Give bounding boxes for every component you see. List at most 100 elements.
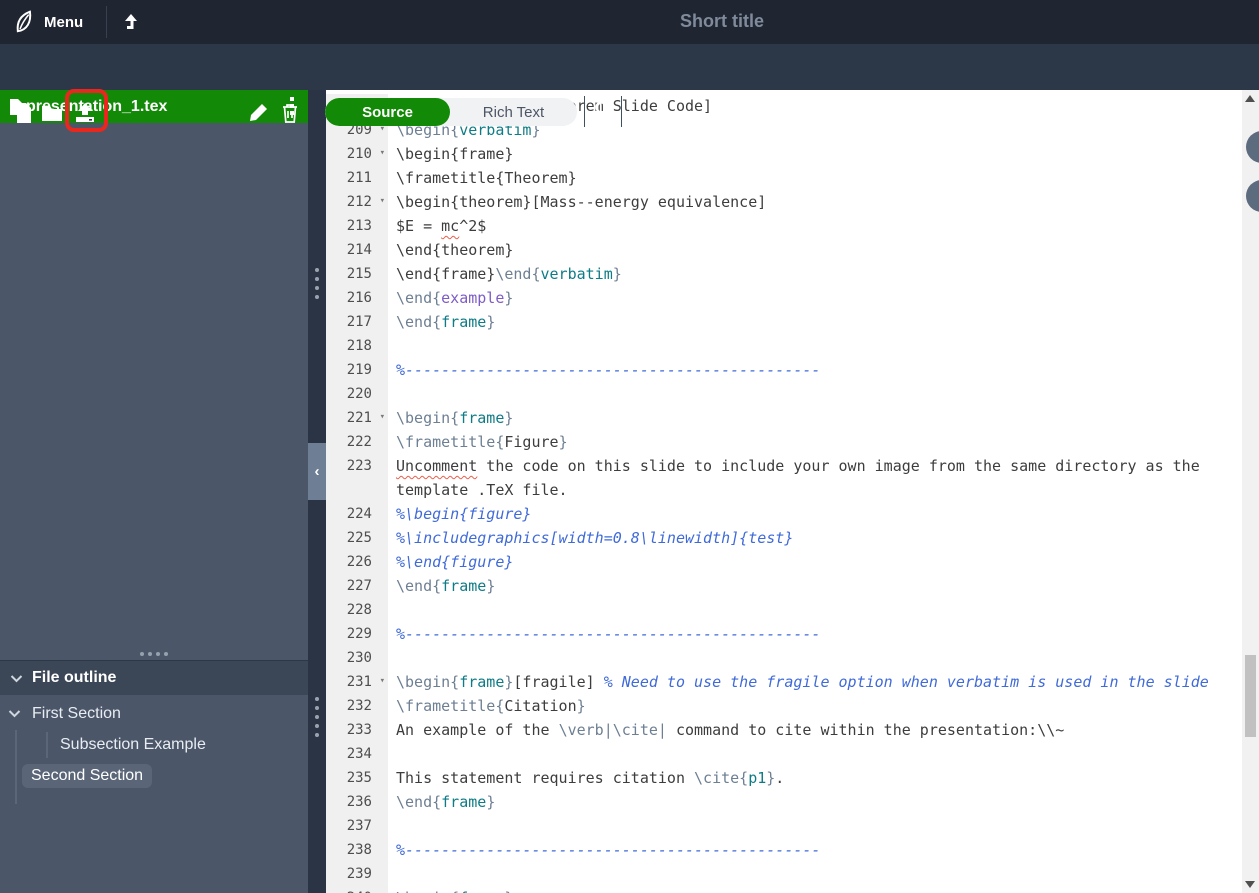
outline-indent-guide bbox=[46, 732, 48, 758]
code-line[interactable]: 226 %\end{figure} bbox=[326, 550, 1259, 574]
outline-resize-handle[interactable] bbox=[0, 647, 308, 660]
source-editor[interactable]: 208▾\begin{example}[Theorem Slide Code]2… bbox=[326, 90, 1259, 893]
line-number[interactable]: 227 bbox=[326, 574, 388, 598]
line-number[interactable]: 219 bbox=[326, 358, 388, 382]
code-line[interactable]: 214 \end{theorem} bbox=[326, 238, 1259, 262]
line-number[interactable]: 210 ▾ bbox=[326, 142, 388, 166]
outline-indent-guide bbox=[15, 730, 17, 804]
outline-item[interactable]: First Section bbox=[0, 698, 308, 729]
scrollbar-up-arrow-icon[interactable] bbox=[1245, 95, 1255, 102]
line-number[interactable]: 213 bbox=[326, 214, 388, 238]
file-outline-header[interactable]: File outline bbox=[0, 660, 308, 695]
code-line[interactable]: 215 \end{frame}\end{verbatim} bbox=[326, 262, 1259, 286]
line-number[interactable]: 237 bbox=[326, 814, 388, 838]
line-number[interactable]: 236 bbox=[326, 790, 388, 814]
line-number[interactable]: 238 bbox=[326, 838, 388, 862]
code-line[interactable]: 210 ▾ \begin{frame} bbox=[326, 142, 1259, 166]
upload-button[interactable] bbox=[73, 101, 97, 125]
source-tab[interactable]: Source bbox=[325, 98, 450, 126]
code-line[interactable]: 225 %\includegraphics[width=0.8\linewidth… bbox=[326, 526, 1259, 550]
code-line[interactable]: 222 \frametitle{Figure} bbox=[326, 430, 1259, 454]
code-line[interactable]: 212 ▾ \begin{theorem}[Mass--energy equival… bbox=[326, 190, 1259, 214]
line-number[interactable]: 220 bbox=[326, 382, 388, 406]
line-number[interactable]: 225 bbox=[326, 526, 388, 550]
code-line[interactable]: 237 bbox=[326, 814, 1259, 838]
code-line[interactable]: 238 %------------------------------------… bbox=[326, 838, 1259, 862]
chevron-down-icon[interactable] bbox=[8, 709, 24, 718]
code-line[interactable]: 216 \end{example} bbox=[326, 286, 1259, 310]
line-number[interactable]: 216 bbox=[326, 286, 388, 310]
outline-item[interactable]: Second Section bbox=[0, 760, 308, 791]
line-number[interactable]: 235 bbox=[326, 766, 388, 790]
new-folder-button[interactable] bbox=[40, 101, 64, 125]
symbol-palette-button[interactable]: Ω bbox=[588, 99, 616, 121]
line-number[interactable]: 212 ▾ bbox=[326, 190, 388, 214]
line-number[interactable]: 215 bbox=[326, 262, 388, 286]
line-number[interactable]: 221 ▾ bbox=[326, 406, 388, 430]
line-number[interactable]: 211 bbox=[326, 166, 388, 190]
editor-toolbar: Source Rich Text Ω bbox=[0, 44, 1259, 132]
code-line[interactable]: 227 \end{frame} bbox=[326, 574, 1259, 598]
outline-item-label: Second Section bbox=[22, 763, 153, 788]
collapse-sidebar-button[interactable]: ‹ bbox=[308, 443, 326, 500]
file-tree-panel: presentation_1.tex File outline First Se… bbox=[0, 90, 308, 893]
line-number[interactable]: 223 bbox=[326, 454, 388, 502]
chevron-down-icon bbox=[10, 674, 23, 683]
line-number[interactable]: 231 ▾ bbox=[326, 670, 388, 694]
code-line[interactable]: 221 ▾ \begin{frame} bbox=[326, 406, 1259, 430]
line-number[interactable]: 228 bbox=[326, 598, 388, 622]
line-number[interactable]: 230 bbox=[326, 646, 388, 670]
code-line[interactable]: 218 bbox=[326, 334, 1259, 358]
rename-button[interactable] bbox=[246, 101, 270, 125]
line-number[interactable]: 226 bbox=[326, 550, 388, 574]
new-file-button[interactable] bbox=[12, 101, 36, 125]
fold-arrow-icon[interactable]: ▾ bbox=[380, 676, 385, 686]
fold-arrow-icon[interactable]: ▾ bbox=[380, 148, 385, 158]
drag-dots-handle[interactable] bbox=[308, 697, 326, 737]
fold-arrow-icon[interactable]: ▾ bbox=[380, 196, 385, 206]
outline-item-label: Subsection Example bbox=[60, 735, 206, 753]
code-line[interactable]: 211 \frametitle{Theorem} bbox=[326, 166, 1259, 190]
new-file-icon bbox=[14, 102, 34, 124]
pane-divider[interactable]: ‹ bbox=[308, 90, 326, 893]
code-line[interactable]: 230 bbox=[326, 646, 1259, 670]
code-line[interactable]: 231 ▾ \begin{frame}[fragile] % Need to use… bbox=[326, 670, 1259, 694]
outline-item-label: First Section bbox=[32, 704, 121, 722]
code-line[interactable]: 229 %------------------------------------… bbox=[326, 622, 1259, 646]
code-line[interactable]: 232 \frametitle{Citation} bbox=[326, 694, 1259, 718]
line-number[interactable]: 218 bbox=[326, 334, 388, 358]
line-number[interactable]: 232 bbox=[326, 694, 388, 718]
delete-button[interactable] bbox=[278, 101, 302, 125]
line-number[interactable]: 239 bbox=[326, 862, 388, 886]
menu-button[interactable]: Menu bbox=[12, 7, 83, 37]
code-line[interactable]: 233 An example of the \verb|\cite| comman… bbox=[326, 718, 1259, 742]
code-line[interactable]: 236 \end{frame} bbox=[326, 790, 1259, 814]
line-number[interactable]: 233 bbox=[326, 718, 388, 742]
code-line[interactable]: 228 bbox=[326, 598, 1259, 622]
fold-arrow-icon[interactable]: ▾ bbox=[380, 412, 385, 422]
line-number[interactable]: 217 bbox=[326, 310, 388, 334]
code-line[interactable]: 235 This statement requires citation \cit… bbox=[326, 766, 1259, 790]
code-line[interactable]: 213 $E = mc^2$ bbox=[326, 214, 1259, 238]
code-line[interactable]: 220 bbox=[326, 382, 1259, 406]
line-number[interactable]: 222 bbox=[326, 430, 388, 454]
code-line[interactable]: 223 Uncomment the code on this slide to i… bbox=[326, 454, 1259, 502]
code-line[interactable]: 217 \end{frame} bbox=[326, 310, 1259, 334]
line-number[interactable]: 224 bbox=[326, 502, 388, 526]
rich-text-tab[interactable]: Rich Text bbox=[450, 98, 577, 126]
drag-dots-handle[interactable] bbox=[308, 268, 326, 299]
line-number[interactable]: 240▾ bbox=[326, 886, 388, 893]
code-line[interactable]: 219 %------------------------------------… bbox=[326, 358, 1259, 382]
line-number[interactable]: 234 bbox=[326, 742, 388, 766]
code-line[interactable]: 239 bbox=[326, 862, 1259, 886]
line-number[interactable]: 214 bbox=[326, 238, 388, 262]
new-folder-icon bbox=[41, 103, 63, 123]
scrollbar-thumb[interactable] bbox=[1245, 655, 1256, 737]
line-number[interactable]: 229 bbox=[326, 622, 388, 646]
code-line[interactable]: 240▾\begin{frame} bbox=[326, 886, 1259, 893]
back-to-project-button[interactable] bbox=[119, 10, 143, 34]
pencil-icon bbox=[247, 102, 269, 124]
scrollbar-down-arrow-icon[interactable] bbox=[1245, 881, 1255, 888]
code-line[interactable]: 224 %\begin{figure} bbox=[326, 502, 1259, 526]
code-line[interactable]: 234 bbox=[326, 742, 1259, 766]
